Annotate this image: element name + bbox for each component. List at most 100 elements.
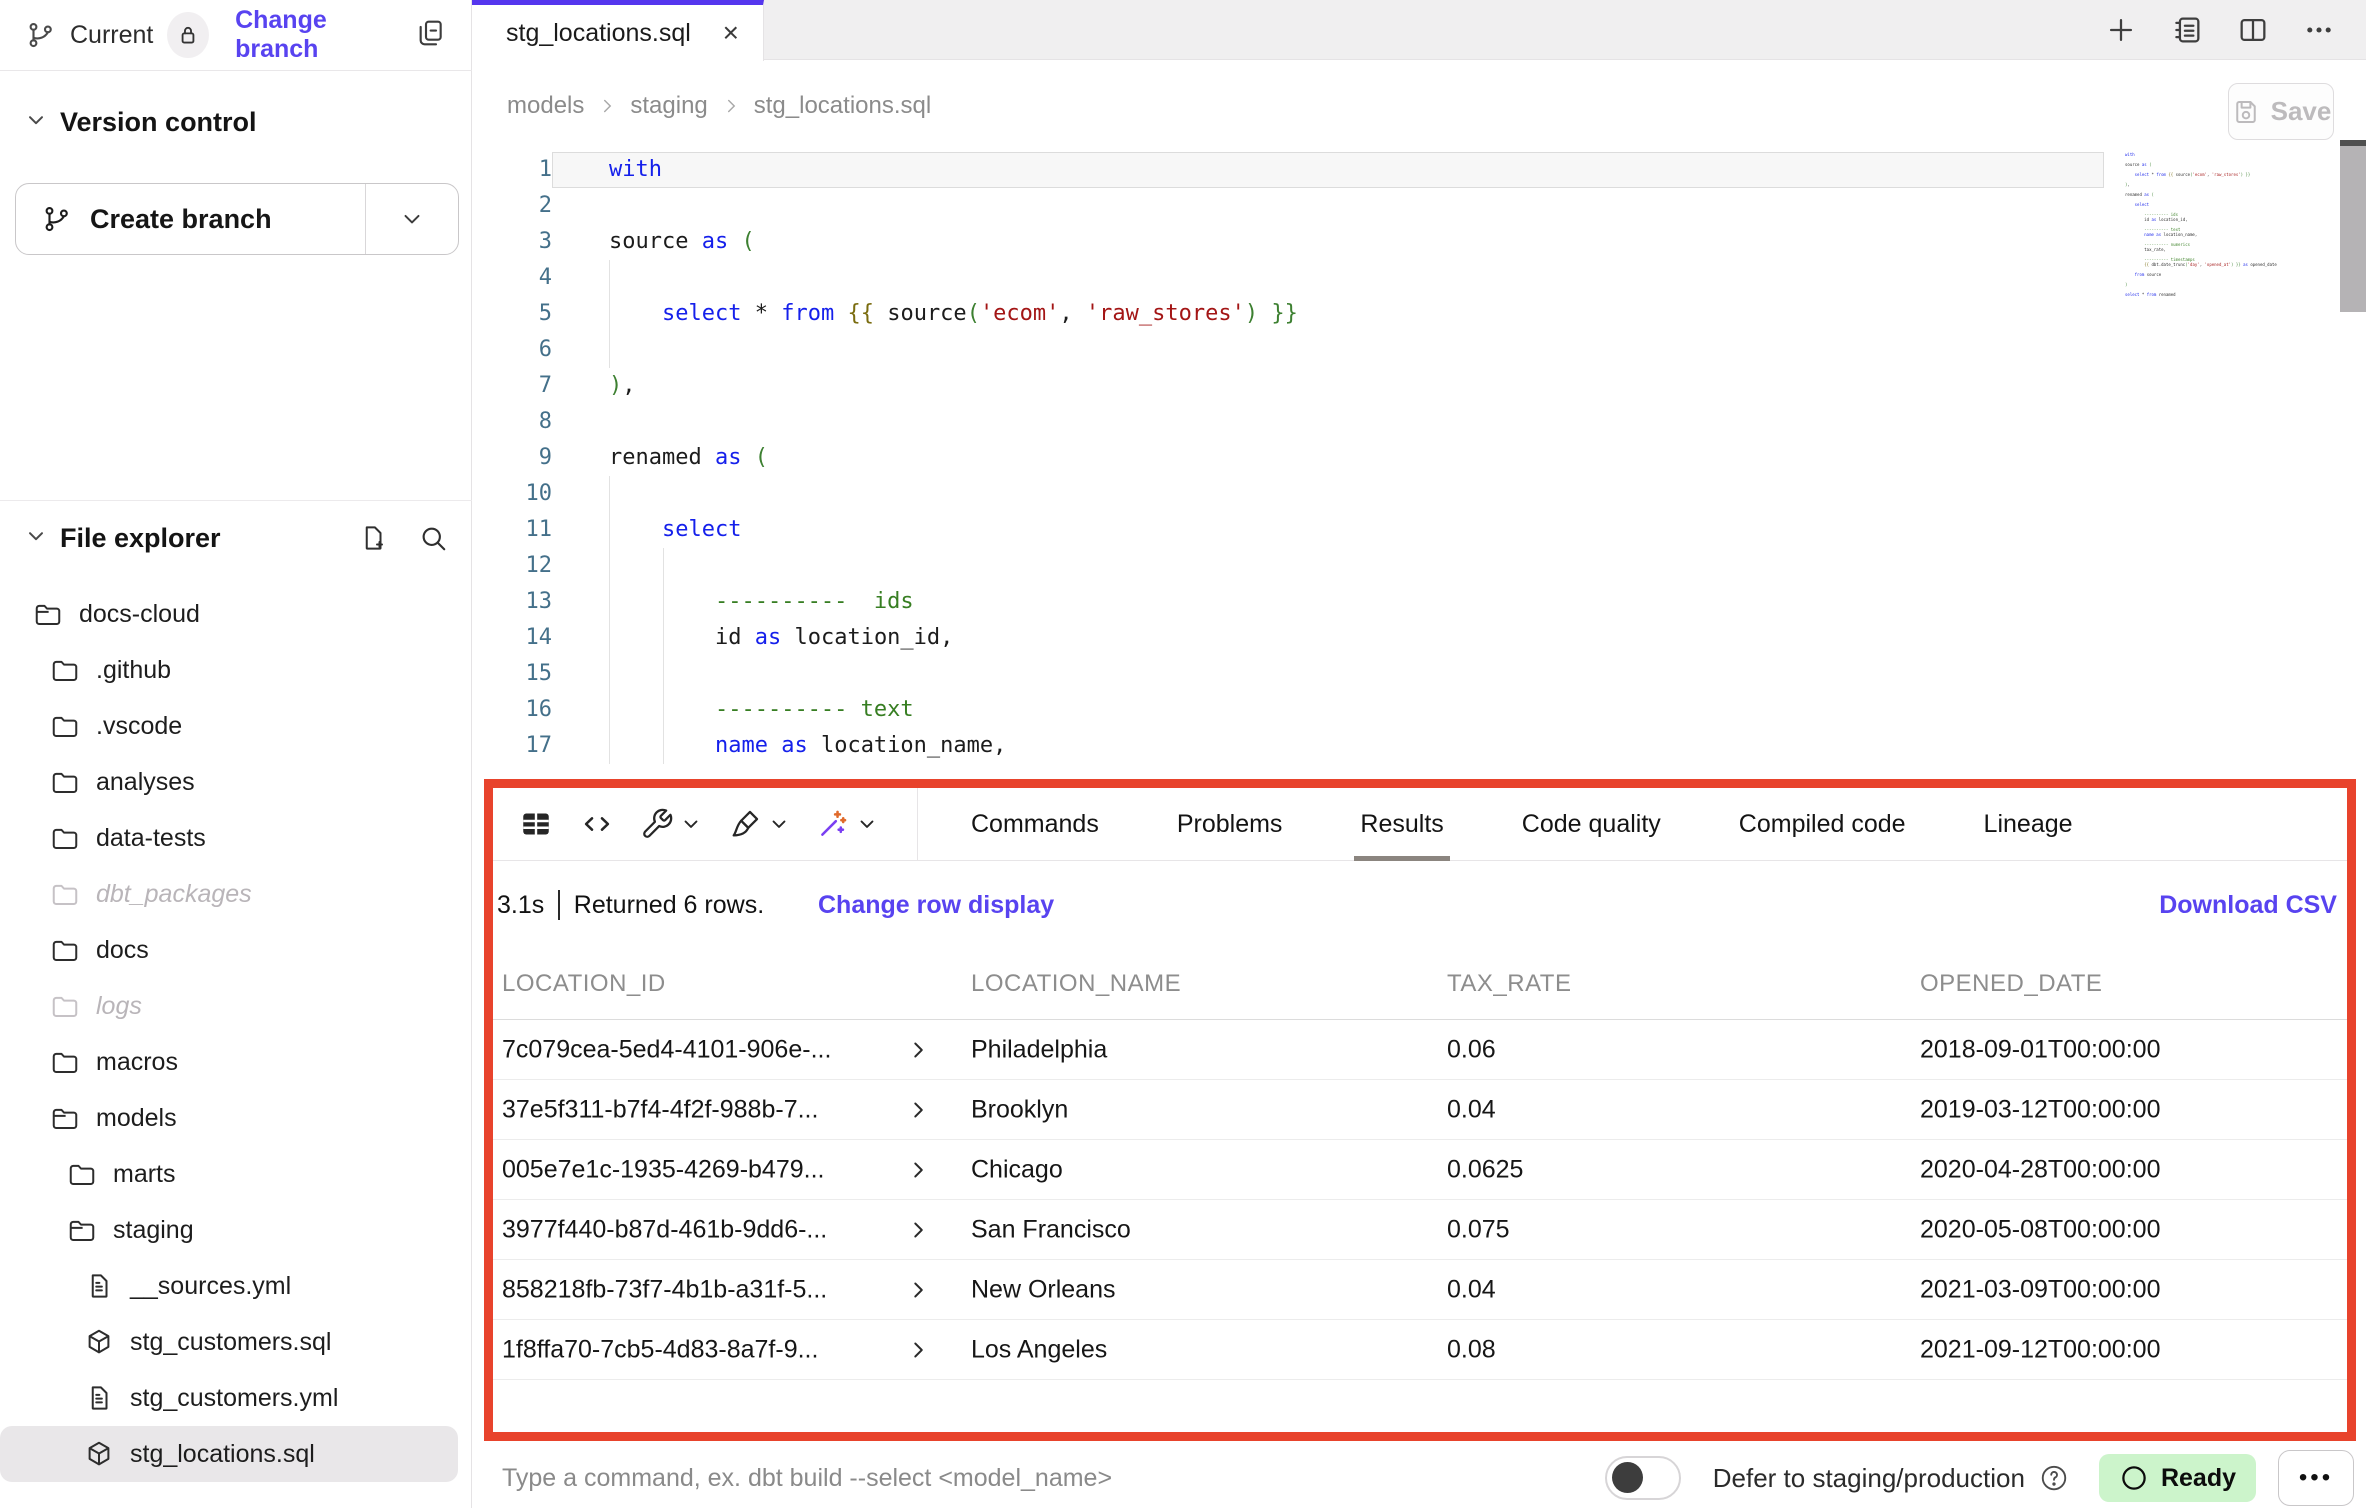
expand-row-icon[interactable]: [905, 1337, 931, 1363]
command-input[interactable]: [502, 1464, 1482, 1493]
code-editor[interactable]: 1with23source as (45 select * from {{ so…: [472, 152, 2366, 780]
tree-item-label: docs: [96, 936, 149, 965]
new-tab-icon[interactable]: [2104, 13, 2138, 47]
indent-guide: [663, 548, 664, 764]
breadcrumb-item[interactable]: staging: [630, 92, 707, 120]
line-number: 12: [472, 548, 552, 584]
build-tools-dropdown[interactable]: [640, 807, 702, 841]
folder-icon: [50, 655, 80, 685]
tree-item-stg-customers-yml[interactable]: stg_customers.yml: [0, 1370, 472, 1426]
tab-stg-locations-sql[interactable]: stg_locations.sql ×: [472, 0, 764, 61]
table-row[interactable]: 858218fb-73f7-4b1b-a31f-5...New Orleans0…: [493, 1260, 2347, 1320]
folder-icon: [67, 1159, 97, 1189]
tree-item-docs[interactable]: docs: [0, 922, 472, 978]
more-options-button[interactable]: •••: [2278, 1450, 2354, 1506]
line-content: with: [552, 152, 2104, 188]
tree-item-analyses[interactable]: analyses: [0, 754, 472, 810]
version-control-header[interactable]: Version control: [0, 95, 472, 150]
ide-status-badge[interactable]: Ready: [2099, 1454, 2256, 1502]
tab-results[interactable]: Results: [1360, 788, 1443, 861]
git-branch-icon: [42, 204, 72, 234]
table-row[interactable]: 7c079cea-5ed4-4101-906e-...Philadelphia0…: [493, 1020, 2347, 1080]
tree-item-models[interactable]: models: [0, 1090, 472, 1146]
change-row-display-link[interactable]: Change row display: [818, 891, 1054, 920]
line-number: 14: [472, 620, 552, 656]
chevron-down-icon: [680, 813, 702, 835]
cube-icon: [84, 1327, 114, 1357]
ready-label: Ready: [2161, 1464, 2236, 1493]
expand-row-icon[interactable]: [905, 1217, 931, 1243]
tab-lineage[interactable]: Lineage: [1984, 788, 2073, 861]
notebook-icon[interactable]: [2170, 13, 2204, 47]
create-branch-button[interactable]: Create branch: [16, 184, 366, 254]
line-number: 3: [472, 224, 552, 260]
create-branch-caret-button[interactable]: [366, 184, 458, 254]
table-row[interactable]: 005e7e1c-1935-4269-b479...Chicago0.06252…: [493, 1140, 2347, 1200]
table-row[interactable]: 37e5f311-b7f4-4f2f-988b-7...Brooklyn0.04…: [493, 1080, 2347, 1140]
close-icon[interactable]: ×: [723, 19, 739, 47]
line-content: select * from {{ source('ecom', 'raw_sto…: [552, 296, 1298, 332]
search-icon[interactable]: [418, 523, 448, 553]
help-icon[interactable]: [2039, 1463, 2069, 1493]
more-options-icon[interactable]: [2302, 13, 2336, 47]
split-pane-icon[interactable]: [2236, 13, 2270, 47]
results-table: LOCATION_IDLOCATION_NAMETAX_RATEOPENED_D…: [493, 948, 2347, 1380]
copy-icon[interactable]: [414, 17, 446, 54]
tree-item-label: models: [96, 1104, 177, 1133]
column-header: OPENED_DATE: [1920, 970, 2102, 998]
change-branch-link[interactable]: Change branch: [235, 6, 400, 64]
save-button[interactable]: Save: [2228, 83, 2334, 140]
sidebar: Current Change branch Version control: [0, 0, 472, 1508]
folder-icon: [50, 991, 80, 1021]
bottom-bar: Defer to staging/production Ready •••: [473, 1448, 2366, 1508]
tree-item-dbt-packages[interactable]: dbt_packages: [0, 866, 472, 922]
tab-title: stg_locations.sql: [506, 19, 691, 48]
line-number: 5: [472, 296, 552, 332]
tree-item-label: marts: [113, 1160, 176, 1189]
line-content: [552, 188, 609, 224]
table-view-icon[interactable]: [518, 806, 554, 842]
breadcrumb-item[interactable]: models: [507, 92, 584, 120]
new-file-icon[interactable]: [358, 523, 388, 553]
ai-assist-dropdown[interactable]: [816, 807, 878, 841]
tree-item--github[interactable]: .github: [0, 642, 472, 698]
cell-opened_date: 2021-09-12T00:00:00: [1920, 1335, 2160, 1364]
tree-item-stg-locations-sql[interactable]: stg_locations.sql: [0, 1426, 458, 1482]
expand-row-icon[interactable]: [905, 1037, 931, 1063]
tab-code-quality[interactable]: Code quality: [1522, 788, 1661, 861]
cell-opened_date: 2018-09-01T00:00:00: [1920, 1035, 2160, 1064]
format-dropdown[interactable]: [728, 807, 790, 841]
cube-icon: [84, 1439, 114, 1469]
tree-item-stg-customers-sql[interactable]: stg_customers.sql: [0, 1314, 472, 1370]
code-line: 2: [472, 188, 2366, 224]
cell-tax_rate: 0.04: [1447, 1275, 1496, 1304]
tab-problems[interactable]: Problems: [1177, 788, 1283, 861]
sidebar-section-divider: [0, 500, 472, 501]
table-row[interactable]: 3977f440-b87d-461b-9dd6-...San Francisco…: [493, 1200, 2347, 1260]
download-csv-link[interactable]: Download CSV: [2159, 891, 2337, 920]
tree-item--sources-yml[interactable]: __sources.yml: [0, 1258, 472, 1314]
tree-item-logs[interactable]: logs: [0, 978, 472, 1034]
expand-row-icon[interactable]: [905, 1157, 931, 1183]
tree-item-label: __sources.yml: [130, 1272, 291, 1301]
tree-item-staging[interactable]: staging: [0, 1202, 472, 1258]
editor-scrollbar[interactable]: [2340, 140, 2366, 312]
code-view-icon[interactable]: [580, 807, 614, 841]
table-row[interactable]: 1f8ffa70-7cb5-4d83-8a7f-9...Los Angeles0…: [493, 1320, 2347, 1380]
breadcrumb-item[interactable]: stg_locations.sql: [754, 92, 931, 120]
expand-row-icon[interactable]: [905, 1277, 931, 1303]
defer-toggle[interactable]: [1605, 1456, 1681, 1500]
tab-compiled-code[interactable]: Compiled code: [1739, 788, 1906, 861]
file-explorer-header[interactable]: File explorer: [0, 510, 472, 566]
line-number: 6: [472, 332, 552, 368]
tree-item-docs-cloud[interactable]: docs-cloud: [0, 586, 472, 642]
tree-item--vscode[interactable]: .vscode: [0, 698, 472, 754]
tree-item-label: stg_locations.sql: [130, 1440, 315, 1469]
tree-item-data-tests[interactable]: data-tests: [0, 810, 472, 866]
tree-item-macros[interactable]: macros: [0, 1034, 472, 1090]
cell-location_id: 37e5f311-b7f4-4f2f-988b-7...: [502, 1095, 818, 1124]
minimap[interactable]: with source as ( select * from {{ source…: [2125, 152, 2295, 297]
tab-commands[interactable]: Commands: [971, 788, 1099, 861]
tree-item-marts[interactable]: marts: [0, 1146, 472, 1202]
expand-row-icon[interactable]: [905, 1097, 931, 1123]
